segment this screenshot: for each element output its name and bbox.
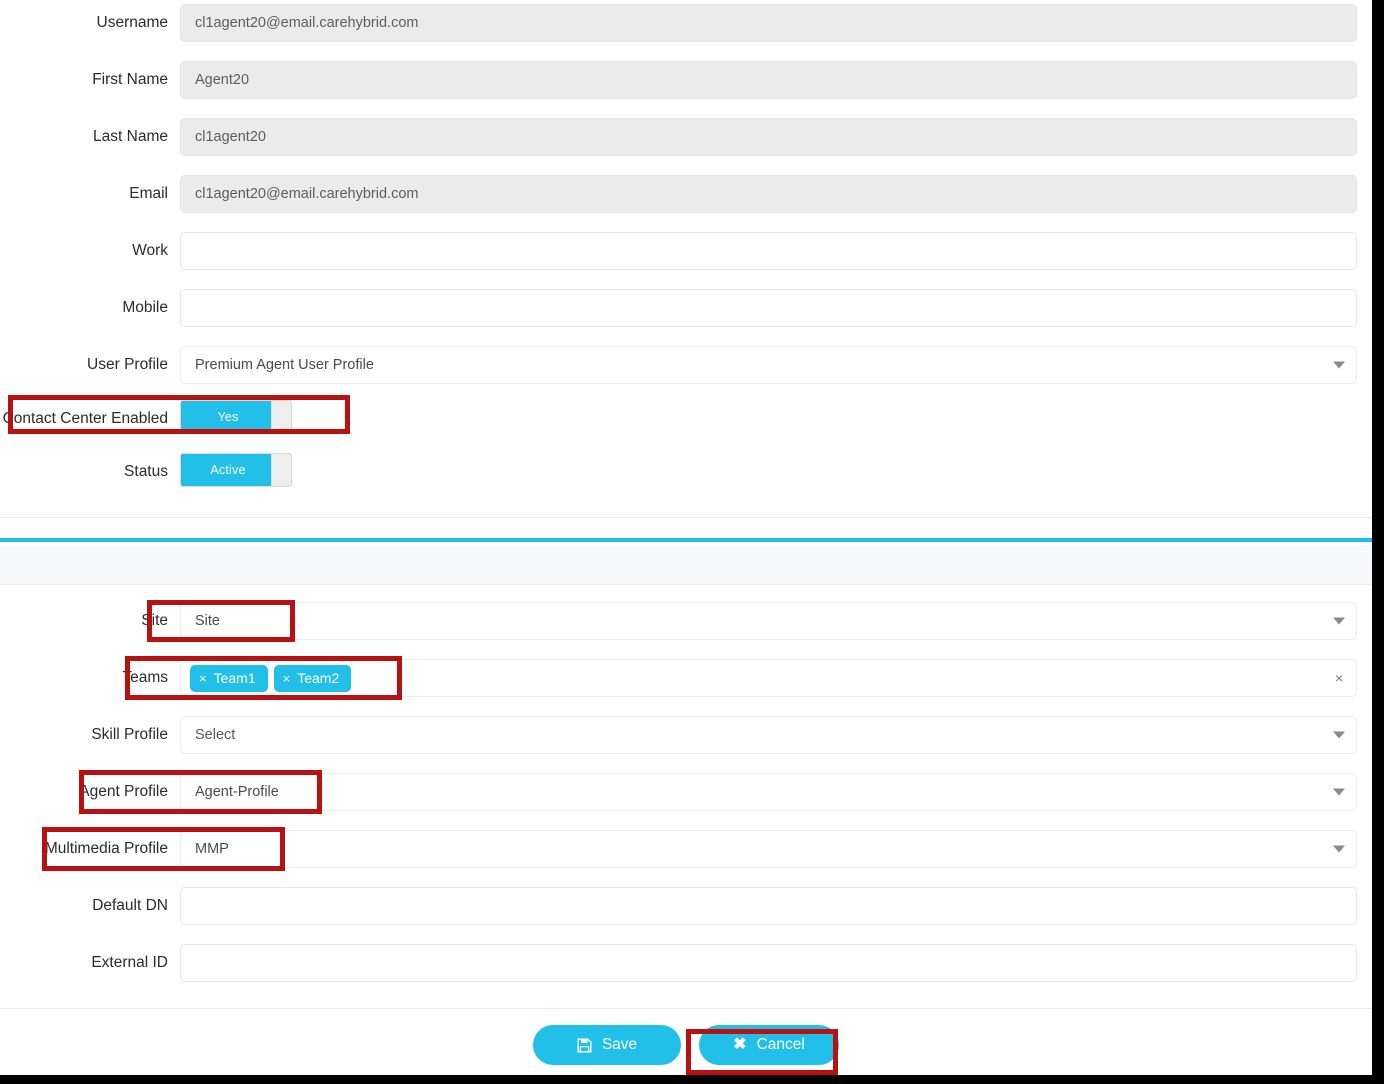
- chevron-down-icon[interactable]: [1333, 731, 1345, 739]
- label-skill-profile: Skill Profile: [91, 726, 168, 744]
- contact-center-enabled-toggle-label: Yes: [217, 409, 239, 424]
- control-status: Active: [180, 453, 304, 491]
- cancel-button[interactable]: ✖ Cancel: [699, 1025, 839, 1065]
- form-row-teams: Teams × Team1 × Team2 ×: [0, 655, 1372, 701]
- external-id-input[interactable]: [180, 944, 1357, 982]
- chevron-down-icon[interactable]: [1333, 617, 1345, 625]
- form-row-status: Status Active: [0, 449, 1372, 495]
- toggle-knob: [271, 454, 291, 486]
- control-work: [180, 232, 1357, 270]
- form-row-skill-profile: Skill Profile Select: [0, 712, 1372, 758]
- chip-remove-icon[interactable]: ×: [199, 672, 207, 685]
- form-row-site: Site Site: [0, 598, 1372, 644]
- label-username: Username: [96, 14, 169, 32]
- form-row-external-id: External ID: [0, 940, 1372, 986]
- team-chip-label: Team2: [297, 670, 340, 686]
- form-row-first-name: First Name Agent20: [0, 57, 1372, 103]
- control-agent-profile: Agent-Profile: [180, 773, 1357, 811]
- chevron-down-icon[interactable]: [1333, 788, 1345, 796]
- team-chip-label: Team1: [213, 670, 256, 686]
- label-status: Status: [124, 463, 168, 481]
- save-button[interactable]: Save: [533, 1025, 681, 1065]
- cancel-button-label: Cancel: [756, 1036, 805, 1054]
- team-chip[interactable]: × Team1: [190, 664, 268, 692]
- label-work: Work: [132, 242, 168, 260]
- form-footer: Save ✖ Cancel: [0, 1014, 1372, 1076]
- first-name-input[interactable]: Agent20: [180, 61, 1357, 99]
- control-skill-profile: Select: [180, 716, 1357, 754]
- control-external-id: [180, 944, 1357, 982]
- control-default-dn: [180, 887, 1357, 925]
- chevron-down-icon[interactable]: [1333, 845, 1345, 853]
- user-edit-form-page: Username cl1agent20@email.carehybrid.com…: [0, 0, 1384, 1084]
- save-button-label: Save: [601, 1036, 638, 1054]
- label-contact-center-enabled: Contact Center Enabled: [2, 410, 168, 428]
- section-divider: [0, 517, 1372, 518]
- control-teams: × Team1 × Team2 ×: [180, 659, 1357, 697]
- work-input[interactable]: [180, 232, 1357, 270]
- label-mobile: Mobile: [122, 299, 168, 317]
- contact-center-section-header: [0, 545, 1372, 585]
- team-chip[interactable]: × Team2: [273, 664, 352, 692]
- status-toggle-label: Active: [210, 462, 246, 477]
- contact-center-enabled-toggle[interactable]: Yes: [180, 400, 292, 434]
- control-multimedia-profile: MMP: [180, 830, 1357, 868]
- status-toggle[interactable]: Active: [180, 453, 292, 487]
- control-contact-center-enabled: Yes: [180, 400, 304, 438]
- site-select[interactable]: Site: [180, 602, 1357, 640]
- label-first-name: First Name: [92, 71, 168, 89]
- label-multimedia-profile: Multimedia Profile: [44, 840, 168, 858]
- email-input[interactable]: cl1agent20@email.carehybrid.com: [180, 175, 1357, 213]
- username-input[interactable]: cl1agent20@email.carehybrid.com: [180, 4, 1357, 42]
- control-mobile: [180, 289, 1357, 327]
- label-teams: Teams: [122, 669, 168, 687]
- label-email: Email: [129, 185, 168, 203]
- toggle-knob: [271, 401, 291, 433]
- teams-multiselect[interactable]: × Team1 × Team2: [180, 659, 1357, 697]
- form-row-agent-profile: Agent Profile Agent-Profile: [0, 769, 1372, 815]
- form-row-contact-center-enabled: Contact Center Enabled Yes: [0, 396, 1372, 442]
- form-row-user-profile: User Profile Premium Agent User Profile: [0, 342, 1372, 388]
- section-accent-line: [0, 538, 1372, 542]
- close-icon: ✖: [733, 1036, 747, 1053]
- chip-remove-icon[interactable]: ×: [283, 672, 291, 685]
- agent-profile-select[interactable]: Agent-Profile: [180, 773, 1357, 811]
- control-last-name: cl1agent20: [180, 118, 1357, 156]
- skill-profile-select[interactable]: Select: [180, 716, 1357, 754]
- label-site: Site: [141, 612, 168, 630]
- label-default-dn: Default DN: [92, 897, 168, 915]
- form-row-last-name: Last Name cl1agent20: [0, 114, 1372, 160]
- default-dn-input[interactable]: [180, 887, 1357, 925]
- user-profile-select[interactable]: Premium Agent User Profile: [180, 346, 1357, 384]
- screenshot-edge-bar-bottom: [0, 1075, 1384, 1084]
- screenshot-edge-bar-right: [1372, 0, 1384, 1084]
- clear-all-icon[interactable]: ×: [1335, 671, 1343, 685]
- control-user-profile: Premium Agent User Profile: [180, 346, 1357, 384]
- control-first-name: Agent20: [180, 61, 1357, 99]
- multimedia-profile-select[interactable]: MMP: [180, 830, 1357, 868]
- save-floppy-icon: [577, 1037, 592, 1053]
- chevron-down-icon[interactable]: [1333, 361, 1345, 369]
- label-agent-profile: Agent Profile: [79, 783, 168, 801]
- teams-chip-list: × Team1 × Team2: [181, 664, 352, 692]
- form-row-default-dn: Default DN: [0, 883, 1372, 929]
- control-site: Site: [180, 602, 1357, 640]
- form-row-multimedia-profile: Multimedia Profile MMP: [0, 826, 1372, 872]
- control-username: cl1agent20@email.carehybrid.com: [180, 4, 1357, 42]
- form-row-mobile: Mobile: [0, 285, 1372, 331]
- form-row-email: Email cl1agent20@email.carehybrid.com: [0, 171, 1372, 217]
- mobile-input[interactable]: [180, 289, 1357, 327]
- label-external-id: External ID: [91, 954, 168, 972]
- control-email: cl1agent20@email.carehybrid.com: [180, 175, 1357, 213]
- footer-divider: [0, 1008, 1372, 1009]
- form-row-work: Work: [0, 228, 1372, 274]
- form-row-username: Username cl1agent20@email.carehybrid.com: [0, 0, 1372, 46]
- last-name-input[interactable]: cl1agent20: [180, 118, 1357, 156]
- label-last-name: Last Name: [93, 128, 168, 146]
- label-user-profile: User Profile: [87, 356, 168, 374]
